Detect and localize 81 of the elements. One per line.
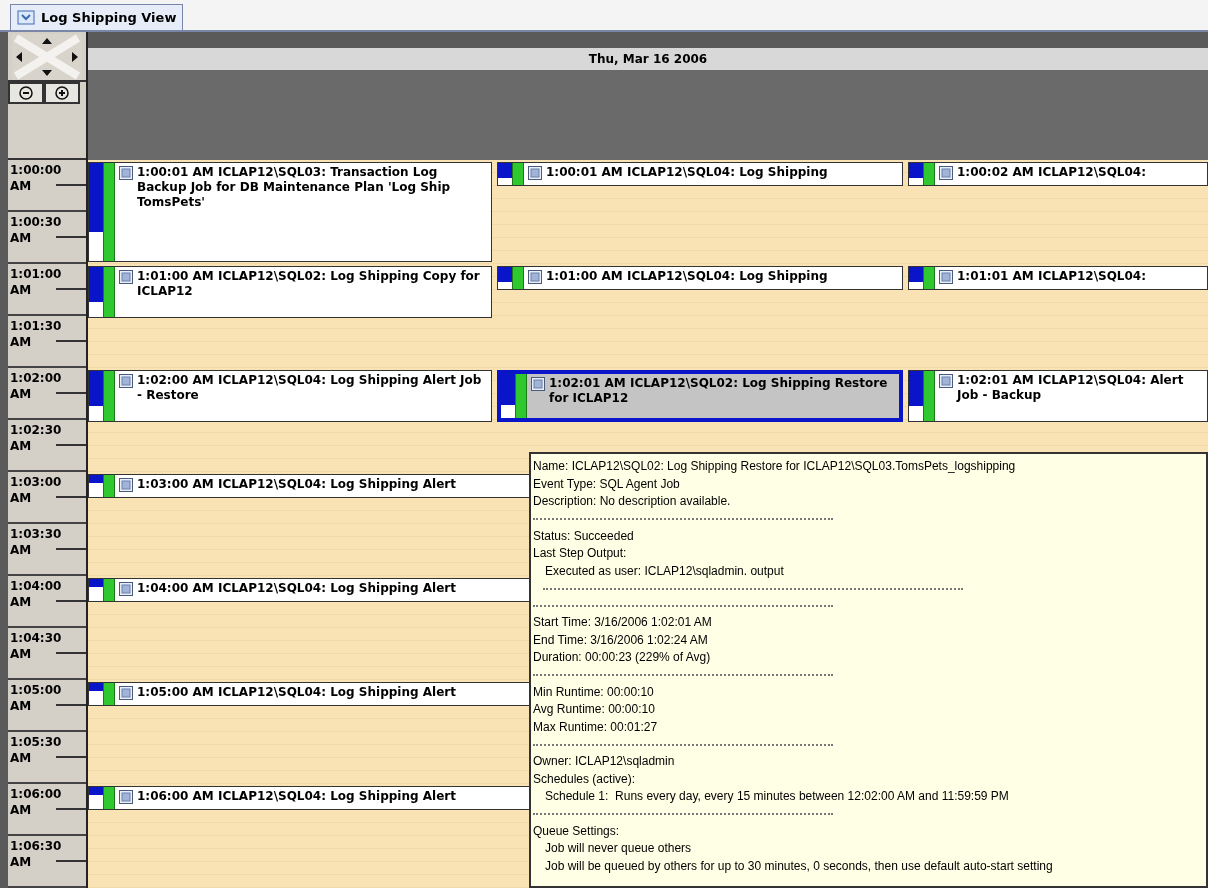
time-slot: 1:02:00 AM — [8, 368, 86, 420]
tooltip-line: Name: ICLAP12\SQL02: Log Shipping Restore for ICLAP12\SQL03.TomsPets_logshipping — [533, 458, 1016, 475]
event-block[interactable]: 1:01:01 AM ICLAP12\SQL04: — [908, 266, 1208, 290]
time-slot: 1:06:00 AM — [8, 784, 86, 836]
tooltip-line: Max Runtime: 00:01:27 — [533, 718, 658, 736]
status-indicator — [909, 371, 935, 421]
event-text: 1:01:01 AM ICLAP12\SQL04: — [957, 269, 1146, 285]
calendar-icon — [939, 374, 953, 388]
plus-icon — [55, 86, 69, 100]
time-slot: 1:06:30 AM — [8, 836, 86, 888]
calendar-icon — [528, 270, 542, 284]
tooltip-line: Executed as user: ICLAP12\sqladmin. output — [544, 562, 784, 580]
time-slot: 1:01:00 AM — [8, 264, 86, 316]
calendar-icon — [119, 374, 133, 388]
event-text: 1:02:01 AM ICLAP12\SQL04: Alert Job - Backup — [957, 373, 1185, 404]
tooltip-line: Duration: 00:00:23 (229% of Avg) — [533, 649, 711, 666]
tooltip-line: Last Step Output: — [533, 545, 627, 562]
status-indicator — [909, 267, 935, 289]
tooltip-line: Schedules (active): — [533, 770, 636, 788]
status-indicator — [501, 374, 527, 418]
calendar-icon — [939, 270, 953, 284]
event-block[interactable]: 1:01:00 AM ICLAP12\SQL02: Log Shipping Copy for ICLAP12 — [88, 266, 492, 318]
zoom-in-button[interactable] — [44, 82, 80, 104]
tooltip-line: Description: No description available. — [533, 493, 731, 510]
time-slot: 1:01:30 AM — [8, 316, 86, 368]
tooltip-line: Min Runtime: 00:00:10 — [533, 683, 654, 701]
time-slot: 1:05:00 AM — [8, 680, 86, 732]
event-text: 1:00:01 AM ICLAP12\SQL04: Log Shipping — [546, 165, 828, 181]
event-block[interactable]: 1:02:01 AM ICLAP12\SQL04: Alert Job - Backup — [908, 370, 1208, 422]
tooltip-line: Avg Runtime: 00:00:10 — [533, 701, 655, 718]
time-slot: 1:03:30 AM — [8, 524, 86, 576]
view-icon — [17, 9, 35, 26]
event-text: 1:06:00 AM ICLAP12\SQL04: Log Shipping Alert — [137, 789, 456, 805]
time-slot: 1:04:30 AM — [8, 628, 86, 680]
zoom-out-button[interactable] — [8, 82, 44, 104]
event-text: 1:04:00 AM ICLAP12\SQL04: Log Shipping Alert — [137, 581, 456, 597]
tooltip-line: Schedule 1: Runs every day, every 15 minutes between 12:02:00 AM and 11:59:59 PM — [544, 788, 1009, 805]
event-text: 1:01:00 AM ICLAP12\SQL02: Log Shipping Copy for ICLAP12 — [137, 269, 481, 300]
event-text: 1:05:00 AM ICLAP12\SQL04: Log Shipping Alert — [137, 685, 456, 701]
minus-icon — [19, 86, 33, 100]
tooltip-line: End Time: 3/16/2006 1:02:24 AM — [533, 631, 708, 649]
status-indicator — [498, 163, 524, 185]
pan-arrows-icon[interactable] — [12, 34, 82, 80]
calendar-icon — [119, 478, 133, 492]
calendar-icon — [119, 166, 133, 180]
calendar-icon — [528, 166, 542, 180]
time-slot: 1:05:30 AM — [8, 732, 86, 784]
event-block[interactable]: 1:02:01 AM ICLAP12\SQL02: Log Shipping Restore for ICLAP12 — [497, 370, 903, 422]
tooltip-line: Job will never queue others — [544, 840, 692, 857]
time-slot: 1:00:00 AM — [8, 160, 86, 212]
tooltip-line: Job will be queued by others for up to 30 minutes, 0 seconds, then use default auto-start setting — [544, 857, 1053, 875]
event-text: 1:02:01 AM ICLAP12\SQL02: Log Shipping Restore for ICLAP12 — [549, 376, 889, 407]
tooltip-line: Status: Succeeded — [533, 527, 634, 545]
tooltip-line: Start Time: 3/16/2006 1:02:01 AM — [533, 614, 712, 631]
event-text: 1:03:00 AM ICLAP12\SQL04: Log Shipping Alert — [137, 477, 456, 493]
event-block[interactable]: 1:01:00 AM ICLAP12\SQL04: Log Shipping — [497, 266, 903, 290]
view-tab[interactable]: Log Shipping View — [10, 4, 184, 30]
event-block[interactable]: 1:00:02 AM ICLAP12\SQL04: — [908, 162, 1208, 186]
status-indicator — [909, 163, 935, 185]
event-block[interactable]: 1:02:00 AM ICLAP12\SQL04: Log Shipping Alert Job - Restore — [88, 370, 492, 422]
time-slot: 1:00:30 AM — [8, 212, 86, 264]
event-text: 1:01:00 AM ICLAP12\SQL04: Log Shipping — [546, 269, 828, 285]
time-slot: 1:03:00 AM — [8, 472, 86, 524]
tooltip-line: Owner: ICLAP12\sqladmin — [533, 753, 675, 770]
status-indicator — [498, 267, 524, 289]
event-block[interactable]: 1:00:01 AM ICLAP12\SQL04: Log Shipping — [497, 162, 903, 186]
calendar-icon — [119, 270, 133, 284]
calendar-icon — [531, 377, 545, 391]
tooltip-line: Queue Settings: — [533, 822, 620, 840]
time-slot: 1:02:30 AM — [8, 420, 86, 472]
event-block[interactable]: 1:00:01 AM ICLAP12\SQL03: Transaction Log Backup Job for DB Maintenance Plan 'Log Ship TomsPets' — [88, 162, 492, 262]
event-text: 1:00:02 AM ICLAP12\SQL04: — [957, 165, 1146, 181]
event-text: 1:00:01 AM ICLAP12\SQL03: Transaction Log Backup Job for DB Maintenance Plan 'Log Ship TomsPets' — [137, 165, 452, 211]
calendar-icon — [119, 582, 133, 596]
time-slot: 1:04:00 AM — [8, 576, 86, 628]
calendar-icon — [119, 790, 133, 804]
date-header: Thu, Mar 16 2006 — [88, 48, 1208, 70]
calendar-icon — [939, 166, 953, 180]
tooltip-line: Event Type: SQL Agent Job — [533, 475, 680, 493]
calendar-icon — [119, 686, 133, 700]
event-text: 1:02:00 AM ICLAP12\SQL04: Log Shipping Alert Job - Restore — [137, 373, 483, 404]
